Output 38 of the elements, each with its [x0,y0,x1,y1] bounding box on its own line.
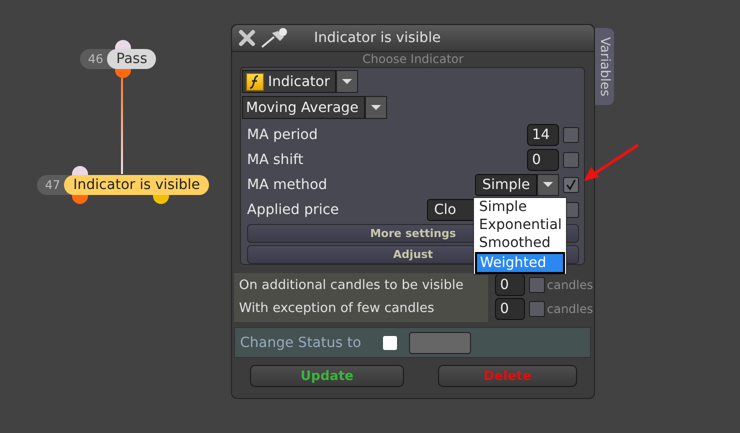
arrow-icon [582,143,640,183]
node-label[interactable]: Pass [107,49,156,69]
checkbox[interactable] [383,336,398,350]
checkbox[interactable] [529,277,545,293]
candles-label: With exception of few candles [239,300,436,318]
checkbox[interactable] [563,176,579,192]
indicator-dropdown[interactable]: Moving Average [242,96,365,119]
node-label[interactable]: Indicator is visible [64,175,209,195]
checkbox[interactable] [563,152,579,168]
dropdown-option[interactable]: Weighted [475,252,565,274]
status-label: Change Status to [240,334,362,350]
method-dropdown[interactable]: Simple [475,174,537,196]
parameter-label: MA shift [247,152,304,168]
status-field[interactable] [409,332,472,354]
checkbox[interactable] [563,126,579,142]
output-port-icon[interactable] [153,195,169,204]
type-selector[interactable]: Indicator [242,70,336,93]
section-title: Choose Indicator [361,52,465,67]
dropdown-option[interactable]: Simple [474,198,566,216]
input-field[interactable]: 0 [495,274,525,296]
output-port-icon[interactable] [115,69,131,78]
candles-label: On additional candles to be visible [239,277,465,295]
close-icon[interactable] [238,29,256,47]
update-button[interactable]: Update [250,365,404,387]
unit-label: candles [547,302,594,316]
pin-icon[interactable] [260,27,290,49]
input-field[interactable]: 0 [495,298,525,320]
input-field[interactable]: 14 [527,124,559,146]
parameter-label: MA period [247,126,319,142]
checkbox[interactable] [529,301,545,317]
parameter-label: MA method [247,176,328,192]
variables-tab[interactable]: Variables [595,28,614,105]
input-field[interactable]: 0 [527,148,559,170]
unit-label: candles [547,278,594,292]
dialog-title: Indicator is visible [314,30,441,46]
parameter-label: Applied price [247,202,340,218]
function-icon [246,72,264,90]
output-port-icon[interactable] [72,195,88,204]
